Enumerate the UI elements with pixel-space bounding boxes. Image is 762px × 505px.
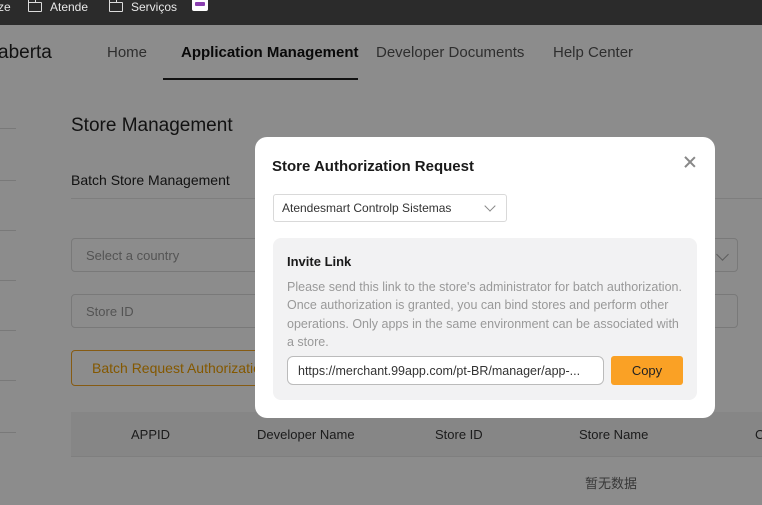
bookmark-label: Serviços — [131, 0, 178, 14]
invite-link-title: Invite Link — [287, 254, 352, 269]
bookmark-favicon-icon[interactable] — [192, 0, 208, 11]
developer-select-value: Atendesmart Controlp Sistemas — [282, 201, 452, 215]
invite-link-value: https://merchant.99app.com/pt-BR/manager… — [298, 363, 581, 378]
bookmark-label: Atende — [50, 0, 89, 14]
invite-link-description: Please send this link to the store's adm… — [287, 280, 682, 349]
bookmark-servicos[interactable]: Serviços — [108, 0, 178, 14]
folder-icon — [108, 0, 123, 12]
chevron-down-icon — [484, 200, 496, 212]
invite-link-panel: Invite Link Please send this link to the… — [273, 238, 697, 400]
developer-select[interactable]: Atendesmart Controlp Sistemas — [273, 194, 507, 222]
copy-button[interactable]: Copy — [611, 356, 683, 385]
folder-icon — [27, 0, 42, 12]
bookmark-ze[interactable]: ze — [0, 0, 11, 14]
close-icon[interactable] — [683, 155, 697, 169]
modal-title: Store Authorization Request — [272, 158, 474, 175]
store-authorization-modal: Store Authorization Request Atendesmart … — [255, 137, 715, 418]
bookmark-label: ze — [0, 0, 11, 14]
bookmark-atende[interactable]: Atende — [27, 0, 89, 14]
bookmarks-bar: ze Atende Serviços — [0, 0, 762, 25]
invite-link-input[interactable]: https://merchant.99app.com/pt-BR/manager… — [287, 356, 604, 385]
